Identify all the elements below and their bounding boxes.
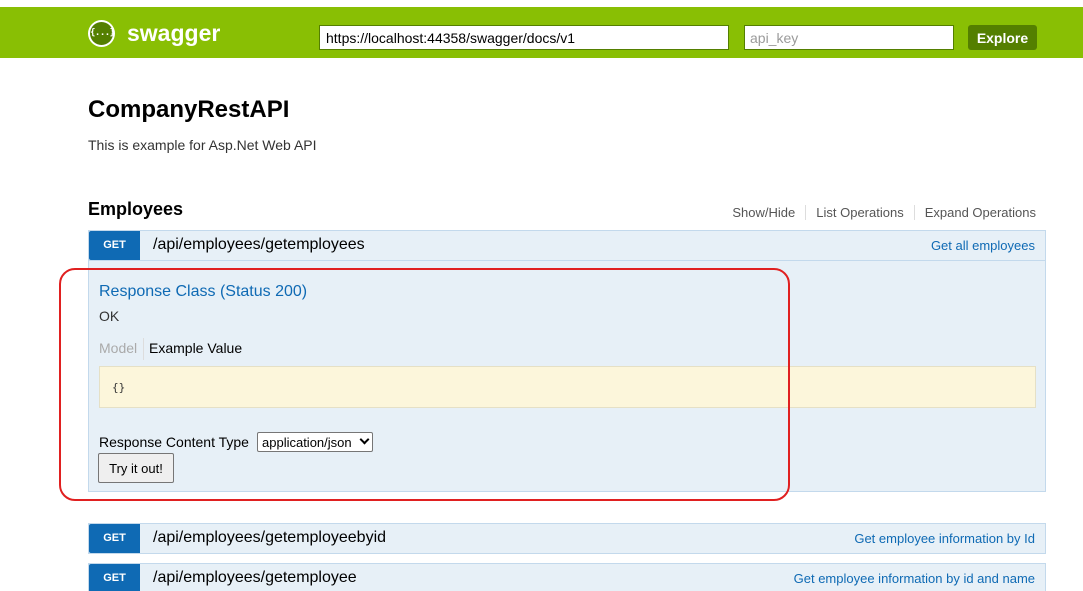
operation-heading[interactable]: GET /api/employees/getemployees Get all … bbox=[89, 231, 1045, 260]
http-method-badge[interactable]: GET bbox=[89, 231, 140, 260]
http-method-badge[interactable]: GET bbox=[89, 564, 140, 591]
response-content-type-select[interactable]: application/json bbox=[257, 432, 373, 452]
operation-path[interactable]: /api/employees/getemployees bbox=[153, 236, 365, 254]
http-method-badge[interactable]: GET bbox=[89, 524, 140, 553]
operation-getemployeebyid: GET /api/employees/getemployeebyid Get e… bbox=[88, 523, 1046, 554]
model-tab[interactable]: Model bbox=[99, 340, 137, 356]
response-status-text: OK bbox=[99, 308, 120, 324]
operation-summary[interactable]: Get employee information by Id bbox=[854, 531, 1035, 546]
try-it-out-button[interactable]: Try it out! bbox=[98, 453, 174, 483]
response-content-type-label: Response Content Type bbox=[99, 434, 249, 450]
show-hide-link[interactable]: Show/Hide bbox=[722, 205, 807, 220]
window-top-strip bbox=[0, 0, 1083, 7]
chevron-down-icon bbox=[359, 434, 370, 445]
response-class-heading: Response Class (Status 200) bbox=[99, 283, 308, 300]
tab-divider bbox=[143, 338, 144, 360]
api-title: CompanyRestAPI bbox=[88, 96, 290, 123]
operation-content: Response Class (Status 200) OK Model Exa… bbox=[89, 260, 1045, 491]
explore-button[interactable]: Explore bbox=[968, 25, 1037, 50]
api-key-input[interactable] bbox=[744, 25, 954, 50]
operation-getemployees: GET /api/employees/getemployees Get all … bbox=[88, 230, 1046, 492]
example-value-box[interactable]: {} bbox=[99, 366, 1036, 408]
operation-getemployee: GET /api/employees/getemployee Get emplo… bbox=[88, 563, 1046, 591]
operation-heading[interactable]: GET /api/employees/getemployee Get emplo… bbox=[89, 564, 1045, 591]
operation-summary[interactable]: Get employee information by id and name bbox=[794, 571, 1035, 586]
operation-summary[interactable]: Get all employees bbox=[931, 238, 1035, 253]
expand-operations-link[interactable]: Expand Operations bbox=[915, 205, 1036, 220]
operation-path[interactable]: /api/employees/getemployee bbox=[153, 569, 357, 587]
resource-title-employees[interactable]: Employees bbox=[88, 199, 183, 220]
operation-heading[interactable]: GET /api/employees/getemployeebyid Get e… bbox=[89, 524, 1045, 553]
api-description: This is example for Asp.Net Web API bbox=[88, 137, 317, 153]
swagger-header: {...} swagger Explore bbox=[0, 7, 1083, 58]
swagger-logo-icon: {...} bbox=[88, 20, 115, 47]
example-value-tab[interactable]: Example Value bbox=[149, 340, 242, 356]
swagger-logo[interactable]: {...} swagger bbox=[88, 20, 220, 47]
resource-links: Show/Hide List Operations Expand Operati… bbox=[722, 205, 1036, 220]
selected-content-type: application/json bbox=[262, 434, 352, 450]
operation-path[interactable]: /api/employees/getemployeebyid bbox=[153, 529, 386, 547]
swagger-logo-text: swagger bbox=[127, 20, 221, 46]
list-operations-link[interactable]: List Operations bbox=[806, 205, 915, 220]
spec-url-input[interactable] bbox=[319, 25, 729, 50]
